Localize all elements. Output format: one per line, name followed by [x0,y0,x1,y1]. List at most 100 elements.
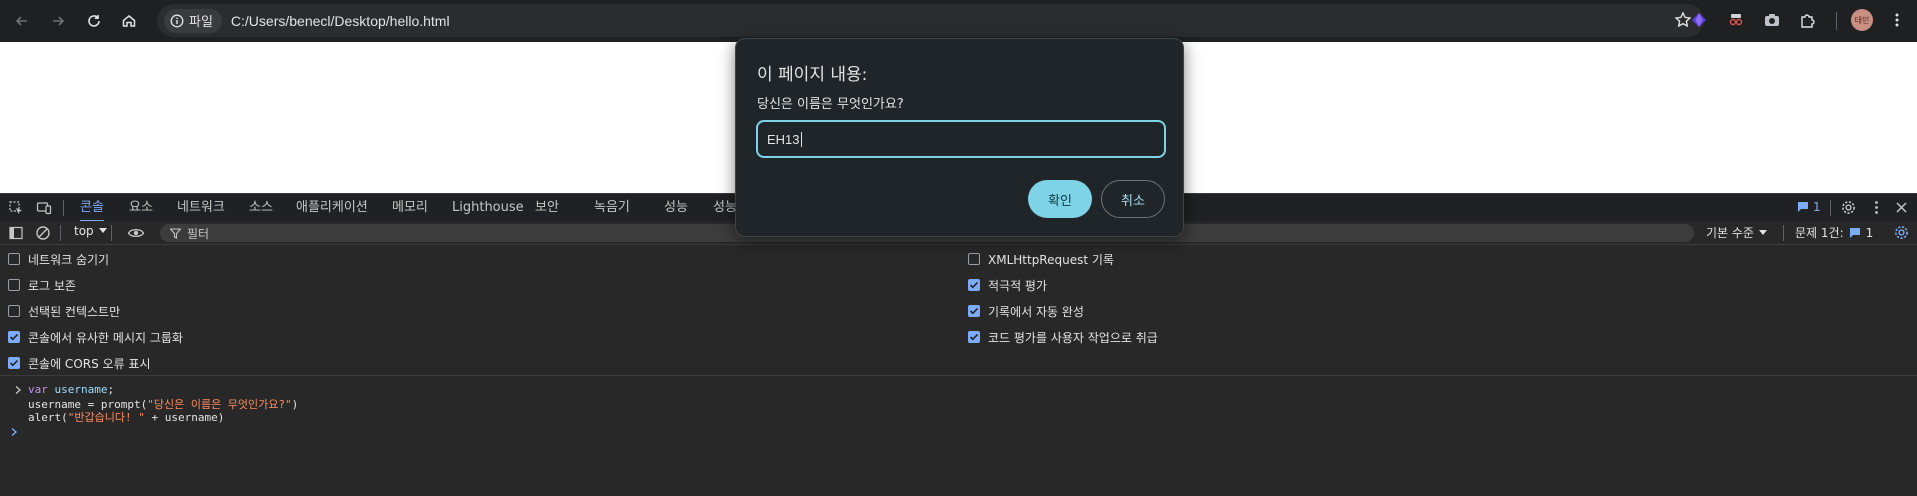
option-preserve-log[interactable]: 로그 보존 [8,277,76,293]
sidebar-toggle-button[interactable] [8,225,24,241]
profile-avatar[interactable]: 태민 [1851,9,1873,31]
option-autocomplete-history[interactable]: 기록에서 자동 완성 [968,303,1084,319]
option-hide-network[interactable]: 네트워크 숨기기 [8,251,109,267]
option-group-similar[interactable]: 콘솔에서 유사한 메시지 그룹화 [8,329,183,345]
tab-application[interactable]: 애플리케이션 [296,194,368,222]
tab-recorder[interactable]: 녹음기 [594,194,630,222]
checkbox-checked[interactable] [8,357,20,369]
dialog-input-value: EH13 [767,131,800,147]
tab-memory[interactable]: 메모리 [392,194,428,222]
log-levels-label: 기본 수준 [1706,226,1754,240]
reload-button[interactable] [80,7,108,35]
filter-icon [170,227,181,239]
option-label: 적극적 평가 [988,278,1048,293]
devtools-close-button[interactable] [1893,199,1910,216]
checkbox-checked[interactable] [968,279,980,291]
check-icon [969,307,979,315]
checkbox-checked[interactable] [968,331,980,343]
code-variable: username [47,383,108,396]
forward-button[interactable] [44,7,72,35]
tab-elements[interactable]: 요소 [129,194,153,222]
tab-security[interactable]: 보안 [535,194,559,222]
option-label: 콘솔에서 유사한 메시지 그룹화 [28,330,183,345]
device-icon [36,202,52,215]
home-button[interactable] [115,7,143,35]
extension-button-3[interactable] [1761,9,1783,31]
code-text: alert( [28,411,68,424]
toolbar-divider-2 [111,225,112,241]
device-toolbar-button[interactable] [36,200,52,216]
option-selected-context-only[interactable]: 선택된 컨텍스트만 [8,303,120,319]
home-icon [122,15,136,27]
eye-icon [127,228,145,238]
message-icon [1849,227,1860,238]
tab-console[interactable]: 콘솔 [80,194,104,222]
live-expression-button[interactable] [127,225,145,241]
browser-menu-button[interactable] [1886,9,1908,31]
inspect-element-button[interactable] [8,200,24,216]
browser-toolbar: 파일 C:/Users/benecl/Desktop/hello.html 태민 [0,0,1917,42]
spy-icon [1729,14,1743,26]
prompt-dialog: 이 페이지 내용: 당신은 이름은 무엇인가요? EH13 확인 취소 [735,38,1184,237]
option-label: 로그 보존 [28,278,76,293]
checkbox[interactable] [8,279,20,291]
back-button[interactable] [8,7,36,35]
dropdown-arrow-icon [1758,229,1767,235]
camera-icon [1765,14,1779,26]
console-output[interactable]: var username; username = prompt("당신은 이름은… [0,377,1917,496]
extension-button-2[interactable] [1725,9,1747,31]
devtools-settings-button[interactable] [1840,199,1857,216]
code-line-1: var username; [28,383,114,396]
option-label: XMLHttpRequest 기록 [988,252,1114,267]
cancel-button[interactable]: 취소 [1101,180,1165,218]
log-levels-dropdown[interactable]: 기본 수준 [1706,224,1767,241]
code-text: ; [107,383,115,396]
console-settings-button[interactable] [1893,224,1910,241]
tab-performance-insights[interactable]: 성능 [713,194,737,222]
ok-button[interactable]: 확인 [1028,180,1092,218]
gear-icon [1895,226,1908,239]
option-treat-eval-as-user-action[interactable]: 코드 평가를 사용자 작업으로 취급 [968,329,1158,345]
message-icon [1798,202,1808,212]
tab-network[interactable]: 네트워크 [177,194,225,222]
tab-performance[interactable]: 성능 [664,194,688,222]
sidebar-icon [9,226,23,240]
extensions-menu-button[interactable] [1797,9,1819,31]
checkbox-checked[interactable] [968,305,980,317]
checkbox[interactable] [8,305,20,317]
close-icon [1896,202,1907,213]
option-log-xhr[interactable]: XMLHttpRequest 기록 [968,251,1114,267]
issues-badge[interactable]: 1 [1797,200,1821,214]
option-show-cors-errors[interactable]: 콘솔에 CORS 오류 표시 [8,355,151,371]
dialog-text-input[interactable]: EH13 [756,120,1166,158]
devtools-menu-button[interactable] [1868,199,1885,216]
clear-icon [36,226,50,240]
issues-label: 문제 1건: [1795,226,1844,240]
checkbox[interactable] [968,253,980,265]
option-label: 기록에서 자동 완성 [988,304,1084,319]
checkbox[interactable] [8,253,20,265]
option-label: 코드 평가를 사용자 작업으로 취급 [988,330,1158,345]
console-settings-pane: 네트워크 숨기기 로그 보존 선택된 컨텍스트만 콘솔에서 유사한 메시지 그룹… [0,245,1917,376]
checkbox-checked[interactable] [8,331,20,343]
tab-divider [63,200,64,216]
kebab-menu-icon [1875,201,1878,214]
puzzle-icon [1801,14,1815,28]
context-selector[interactable]: top [74,224,107,238]
address-bar[interactable]: 파일 C:/Users/benecl/Desktop/hello.html [157,4,1704,37]
console-prompt-chevron-icon [10,427,18,437]
toolbar-divider [1836,12,1837,30]
code-text: + username) [144,411,225,424]
gear-icon [1842,201,1855,214]
url-text[interactable]: C:/Users/benecl/Desktop/hello.html [231,13,450,29]
tab-sources[interactable]: 소스 [249,194,273,222]
option-eager-evaluation[interactable]: 적극적 평가 [968,277,1047,293]
tab-lighthouse[interactable]: Lighthouse [452,194,524,222]
filter-placeholder: 필터 [187,226,210,241]
code-line-3: alert("반갑습니다! " + username) [28,409,224,425]
site-info-chip[interactable]: 파일 [164,8,222,33]
inspect-cursor-icon [9,201,22,214]
issues-counter[interactable]: 문제 1건: 1 [1795,224,1873,241]
extension-button-1[interactable] [1688,9,1710,31]
clear-console-button[interactable] [35,225,51,241]
